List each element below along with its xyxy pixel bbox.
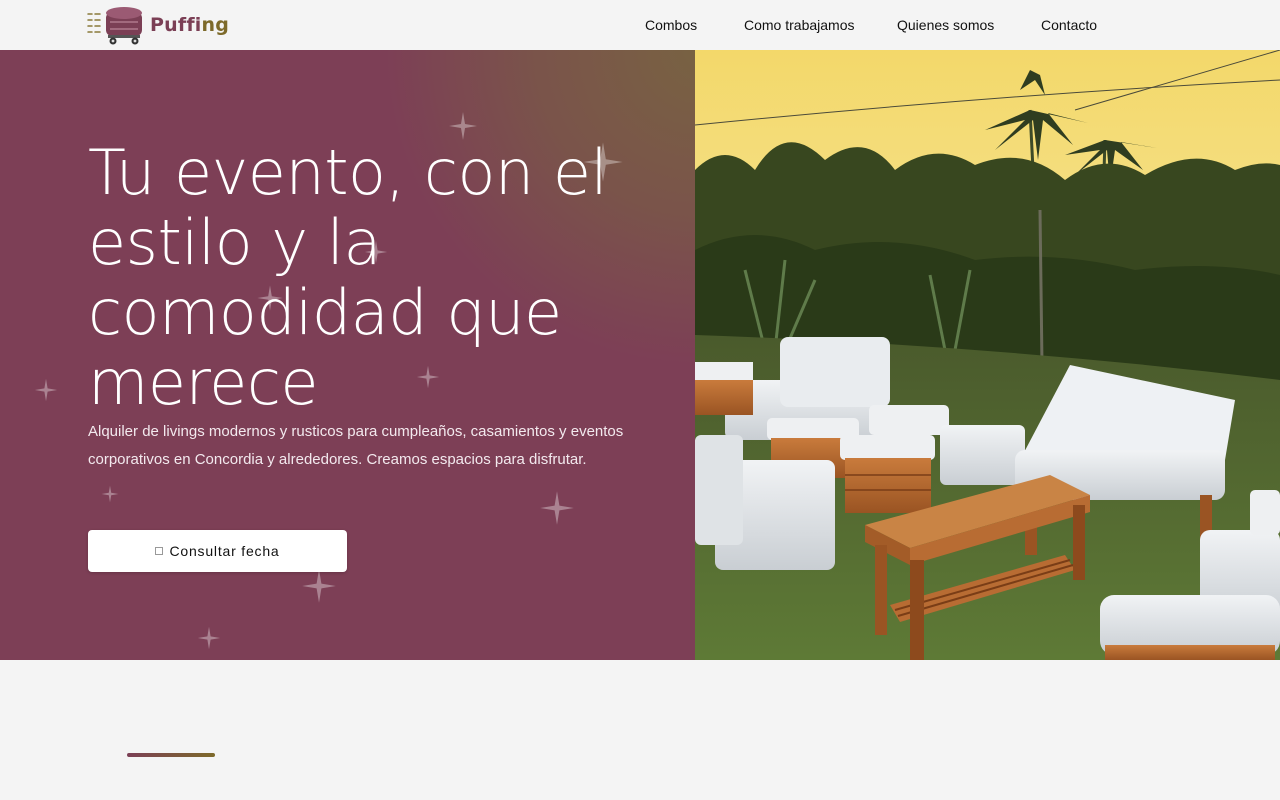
nav-como-trabajamos[interactable]: Como trabajamos [744, 17, 855, 33]
logo[interactable]: Puffing [86, 4, 229, 46]
nav-quienes-somos[interactable]: Quienes somos [897, 17, 994, 33]
cta-label: Consultar fecha [169, 543, 280, 559]
outdoor-lounge-photo [695, 50, 1280, 660]
hero-section: Tu evento, con el estilo y la comodidad … [0, 50, 1280, 660]
hero-photo [695, 50, 1280, 660]
consultar-fecha-button[interactable]: Consultar fecha [88, 530, 347, 572]
calendar-icon [155, 547, 164, 555]
nav-contacto[interactable]: Contacto [1041, 17, 1097, 33]
puff-cart-icon [87, 7, 142, 45]
nav-combos[interactable]: Combos [645, 17, 697, 33]
hero-subtitle: Alquiler de livings modernos y rusticos … [88, 423, 624, 468]
site-header: Puffing Combos Como trabajamos Quienes s… [0, 0, 1280, 50]
hero-title: Tu evento, con el estilo y la comodidad … [88, 136, 608, 419]
brand-name: Puffing [150, 14, 230, 36]
hero-text-panel: Tu evento, con el estilo y la comodidad … [0, 50, 695, 660]
section-divider [127, 753, 215, 757]
